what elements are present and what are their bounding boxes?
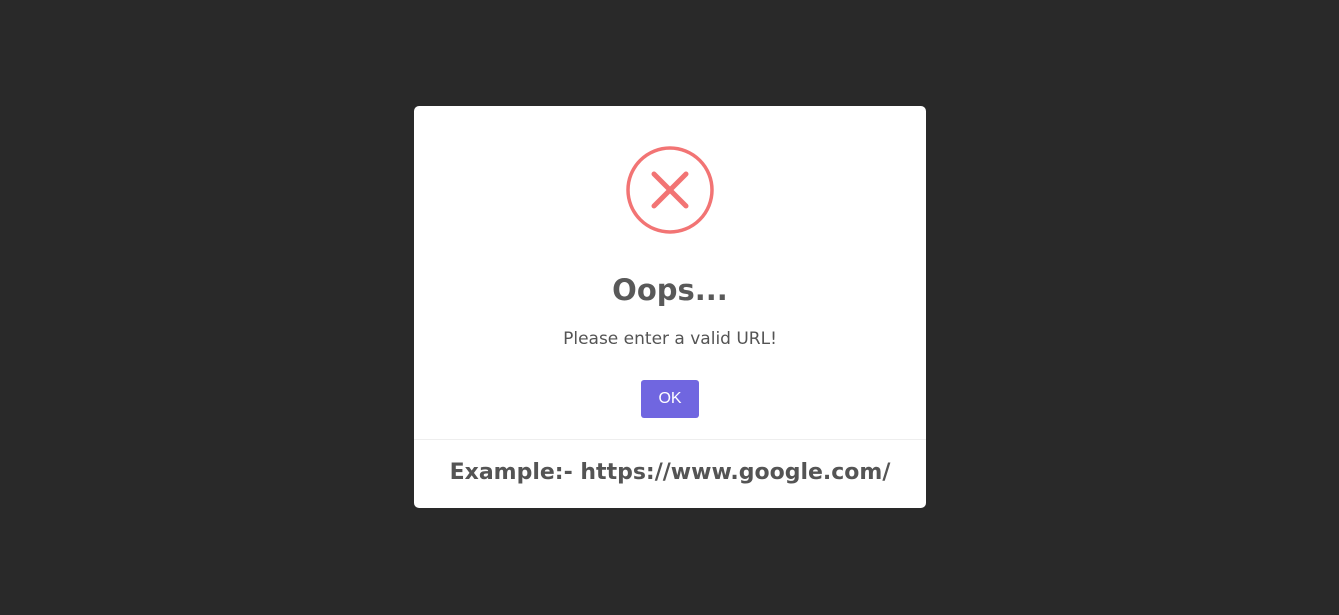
- error-x-icon: [626, 146, 714, 234]
- ok-button[interactable]: OK: [641, 380, 699, 418]
- dialog-title: Oops...: [612, 273, 728, 307]
- footer-divider: [414, 439, 926, 440]
- dialog-footer: Example:- https://www.google.com/: [449, 460, 891, 485]
- alert-dialog: Oops... Please enter a valid URL! OK Exa…: [414, 106, 926, 508]
- dialog-message: Please enter a valid URL!: [563, 329, 777, 349]
